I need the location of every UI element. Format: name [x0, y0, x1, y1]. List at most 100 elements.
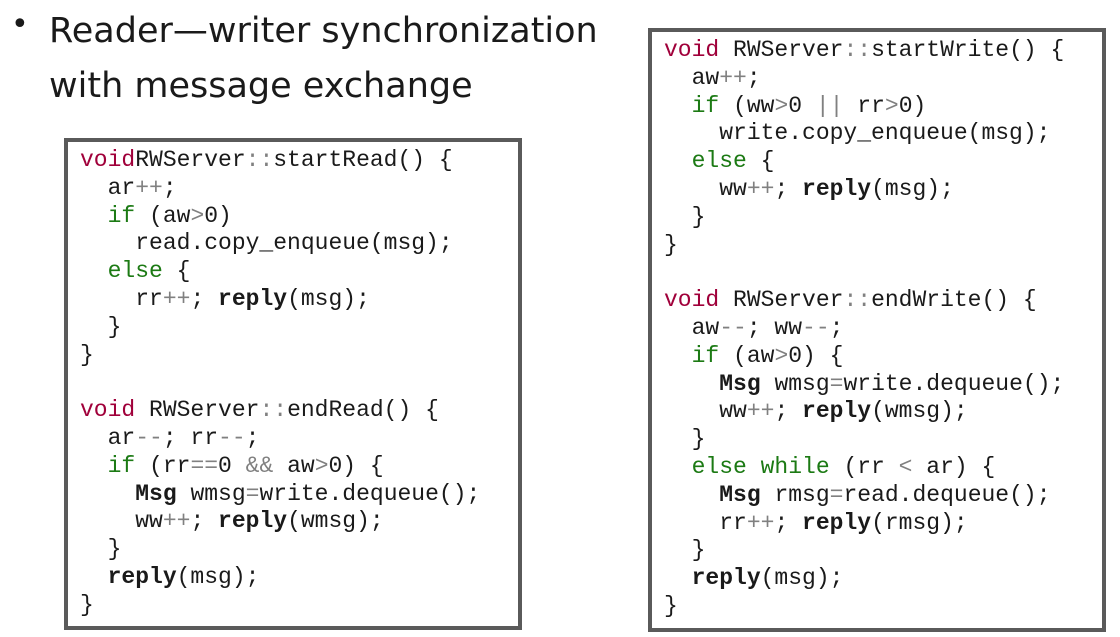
code-token: aw	[664, 314, 720, 341]
code-token: 0	[788, 92, 816, 119]
code-token: rr	[843, 92, 885, 119]
code-token: ; rr	[162, 424, 219, 451]
code-token: --	[719, 314, 747, 341]
code-line: Msg wmsg=write.dequeue();	[664, 371, 1064, 399]
code-line: if (aw>0)	[80, 203, 480, 231]
code-token: }	[664, 203, 706, 230]
code-token: (msg);	[176, 563, 260, 590]
code-token: >	[190, 202, 205, 229]
code-token: <	[898, 453, 913, 480]
code-token: ::	[843, 287, 872, 314]
code-token: aw	[273, 452, 315, 479]
code-line: }	[80, 314, 480, 342]
code-token: ;	[746, 64, 761, 91]
code-token: write.dequeue();	[259, 480, 481, 507]
code-token: if	[80, 202, 136, 229]
code-token: 0)	[898, 92, 927, 119]
code-token: }	[664, 231, 678, 258]
code-token: (ww	[719, 92, 775, 119]
code-token: else while	[664, 453, 830, 480]
code-token: wmsg	[176, 480, 246, 507]
code-token: ww	[664, 175, 747, 202]
code-token: }	[664, 426, 706, 453]
code-token: reply	[802, 509, 872, 536]
code-token: reply	[802, 175, 872, 202]
code-token: >	[884, 92, 899, 119]
code-line: Msg wmsg=write.dequeue();	[80, 481, 480, 509]
code-token: ww	[80, 508, 163, 535]
slide-title-line-1: Reader—writer synchronization	[49, 11, 598, 51]
code-box-write: void RWServer::startWrite() { aw++; if (…	[648, 28, 1106, 632]
code-line: void RWServer::startWrite() {	[664, 37, 1064, 65]
code-token: if	[80, 452, 136, 479]
code-token: reply	[691, 565, 761, 592]
code-token: ;	[245, 424, 260, 451]
code-token: {	[162, 258, 191, 285]
code-line: void RWServer::endWrite() {	[664, 287, 1064, 315]
code-token: reply	[107, 563, 177, 590]
code-token: (msg);	[287, 285, 370, 312]
code-token: 0	[218, 452, 246, 479]
code-token: {	[746, 148, 775, 175]
code-token: &&	[245, 452, 274, 479]
code-token: aw	[664, 64, 720, 91]
code-token: RWServer	[719, 287, 844, 314]
code-token: startWrite() {	[871, 37, 1065, 63]
code-token: ;	[190, 508, 219, 535]
code-token: ++	[135, 174, 163, 201]
code-token: RWServer	[719, 37, 844, 63]
code-token: if	[664, 342, 720, 369]
code-line: read.copy_enqueue(msg);	[80, 230, 480, 258]
code-token: ;	[190, 285, 219, 312]
code-token: --	[802, 314, 830, 341]
code-token: void	[80, 397, 136, 424]
code-token: >	[314, 452, 329, 479]
code-token: Msg	[719, 370, 761, 397]
code-token: (rr	[135, 452, 191, 479]
code-token: rr	[80, 285, 163, 312]
code-token: startRead() {	[273, 147, 453, 173]
code-token: =	[829, 370, 844, 397]
code-token: ar) {	[912, 453, 996, 480]
code-token: write.copy_enqueue(msg);	[664, 120, 1051, 147]
code-line: else while (rr < ar) {	[664, 454, 1064, 482]
code-token: RWServer	[135, 147, 246, 173]
code-line: }	[664, 232, 1064, 260]
code-token: }	[80, 341, 94, 368]
code-token: =	[245, 480, 260, 507]
code-box-read: voidRWServer::startRead() { ar++; if (aw…	[64, 138, 522, 630]
code-token: rr	[664, 509, 747, 536]
code-line: ar++;	[80, 175, 480, 203]
code-token: (aw	[719, 342, 775, 369]
code-token: ;	[162, 174, 177, 201]
code-line: ww++; reply(wmsg);	[664, 398, 1064, 426]
code-token: ;	[774, 509, 803, 536]
code-token: =	[829, 481, 844, 508]
code-token: reply	[218, 508, 288, 535]
code-line: if (aw>0) {	[664, 343, 1064, 371]
code-token: (rmsg);	[871, 509, 968, 536]
code-token: if	[664, 92, 720, 119]
code-token: ;	[774, 398, 803, 425]
code-line: voidRWServer::startRead() {	[80, 147, 480, 175]
code-token: ar	[80, 174, 136, 201]
code-token: ::	[843, 37, 872, 63]
code-line: reply(msg);	[80, 564, 480, 592]
code-token: }	[664, 592, 678, 619]
code-token: ++	[746, 175, 775, 202]
code-token: rmsg	[760, 481, 830, 508]
code-token: ||	[815, 92, 844, 119]
code-token: (rr	[829, 453, 899, 480]
code-token: void	[80, 147, 136, 173]
code-line: aw++;	[664, 65, 1064, 93]
code-line: }	[664, 593, 1064, 621]
code-line: write.copy_enqueue(msg);	[664, 120, 1064, 148]
code-token: --	[218, 424, 246, 451]
code-line: aw--; ww--;	[664, 315, 1064, 343]
code-line: rr++; reply(rmsg);	[664, 510, 1064, 538]
code-token: RWServer	[135, 397, 260, 424]
